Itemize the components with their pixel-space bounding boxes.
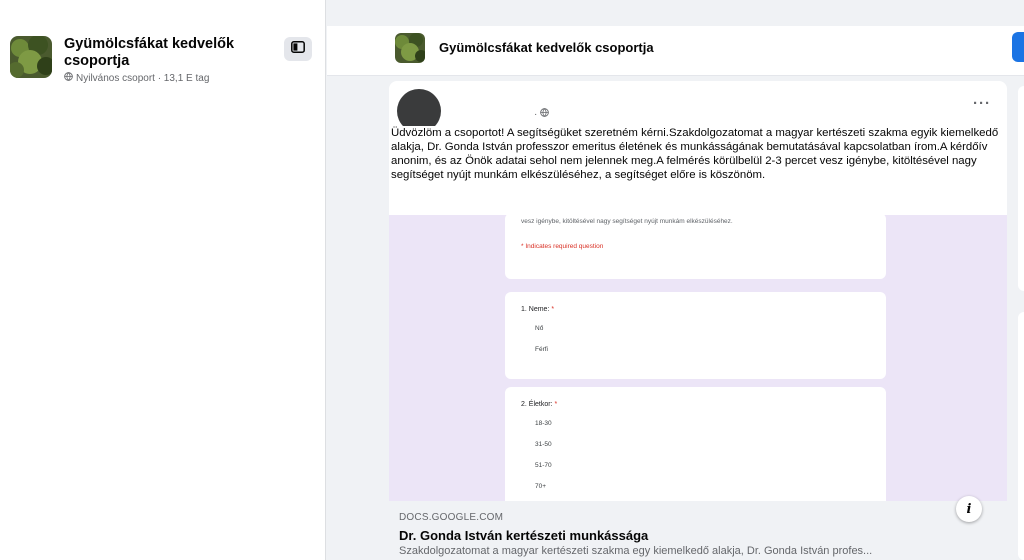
form-question-card: 1. Neme: * Nő Férfi xyxy=(505,292,886,379)
header-group-name[interactable]: Gyümölcsfákat kedvelők csoportja xyxy=(439,40,654,55)
post-card: · ··· Üdvözlöm a csoportot! A segítségük… xyxy=(389,81,1007,560)
link-preview[interactable]: DOCS.GOOGLE.COM Dr. Gonda István kertész… xyxy=(389,501,1007,560)
more-options-icon[interactable]: ··· xyxy=(973,95,991,112)
globe-icon xyxy=(64,72,73,84)
form-option: Nő xyxy=(535,325,544,332)
header-group-thumbnail[interactable] xyxy=(395,33,425,63)
sidebar-toggle-button[interactable] xyxy=(284,37,312,61)
info-icon[interactable]: i xyxy=(956,496,982,522)
form-preview-image[interactable]: vesz igénybe, kitöltésével nagy segítség… xyxy=(389,215,1007,501)
form-required-note: * Indicates required question xyxy=(521,243,604,250)
form-option: 51-70 xyxy=(535,462,552,469)
sidebar-group-meta-text: Nyilvános csoport · 13,1 E tag xyxy=(76,72,210,84)
group-header-bar: Gyümölcsfákat kedvelők csoportja xyxy=(327,26,1024,76)
right-panel-edge xyxy=(1018,86,1024,291)
form-intro-card: vesz igénybe, kitöltésével nagy segítség… xyxy=(505,215,886,279)
group-thumbnail[interactable] xyxy=(10,36,52,78)
sidebar-group-meta: Nyilvános csoport · 13,1 E tag xyxy=(64,72,264,84)
post-meta: · xyxy=(534,108,549,120)
sidebar-toggle-icon xyxy=(291,40,305,58)
form-option: 70+ xyxy=(535,483,547,490)
form-option: Férfi xyxy=(535,346,548,353)
header-action-button-edge[interactable] xyxy=(1012,32,1024,62)
form-intro-text: vesz igénybe, kitöltésével nagy segítség… xyxy=(521,218,733,225)
form-question-label: 2. Életkor: * xyxy=(521,401,558,408)
form-question-card: 2. Életkor: * 18-30 31-50 51-70 70+ xyxy=(505,387,886,501)
form-option: 18-30 xyxy=(535,420,552,427)
form-question-label: 1. Neme: * xyxy=(521,306,555,313)
sidebar-group-name[interactable]: Gyümölcsfákat kedvelők csoportja xyxy=(64,36,264,70)
sidebar-group-header[interactable]: Gyümölcsfákat kedvelők csoportja Nyilván… xyxy=(10,36,264,84)
link-description: Szakdolgozatomat a magyar kertészeti sza… xyxy=(399,545,873,557)
left-sidebar: Gyümölcsfákat kedvelők csoportja Nyilván… xyxy=(0,0,326,560)
post-text: Üdvözlöm a csoportot! A segítségüket sze… xyxy=(391,126,1003,186)
link-domain: DOCS.GOOGLE.COM xyxy=(399,512,504,523)
link-title[interactable]: Dr. Gonda István kertészeti munkássága xyxy=(399,528,997,543)
globe-icon xyxy=(540,108,549,120)
form-option: 31-50 xyxy=(535,441,552,448)
right-panel-edge xyxy=(1018,312,1024,560)
